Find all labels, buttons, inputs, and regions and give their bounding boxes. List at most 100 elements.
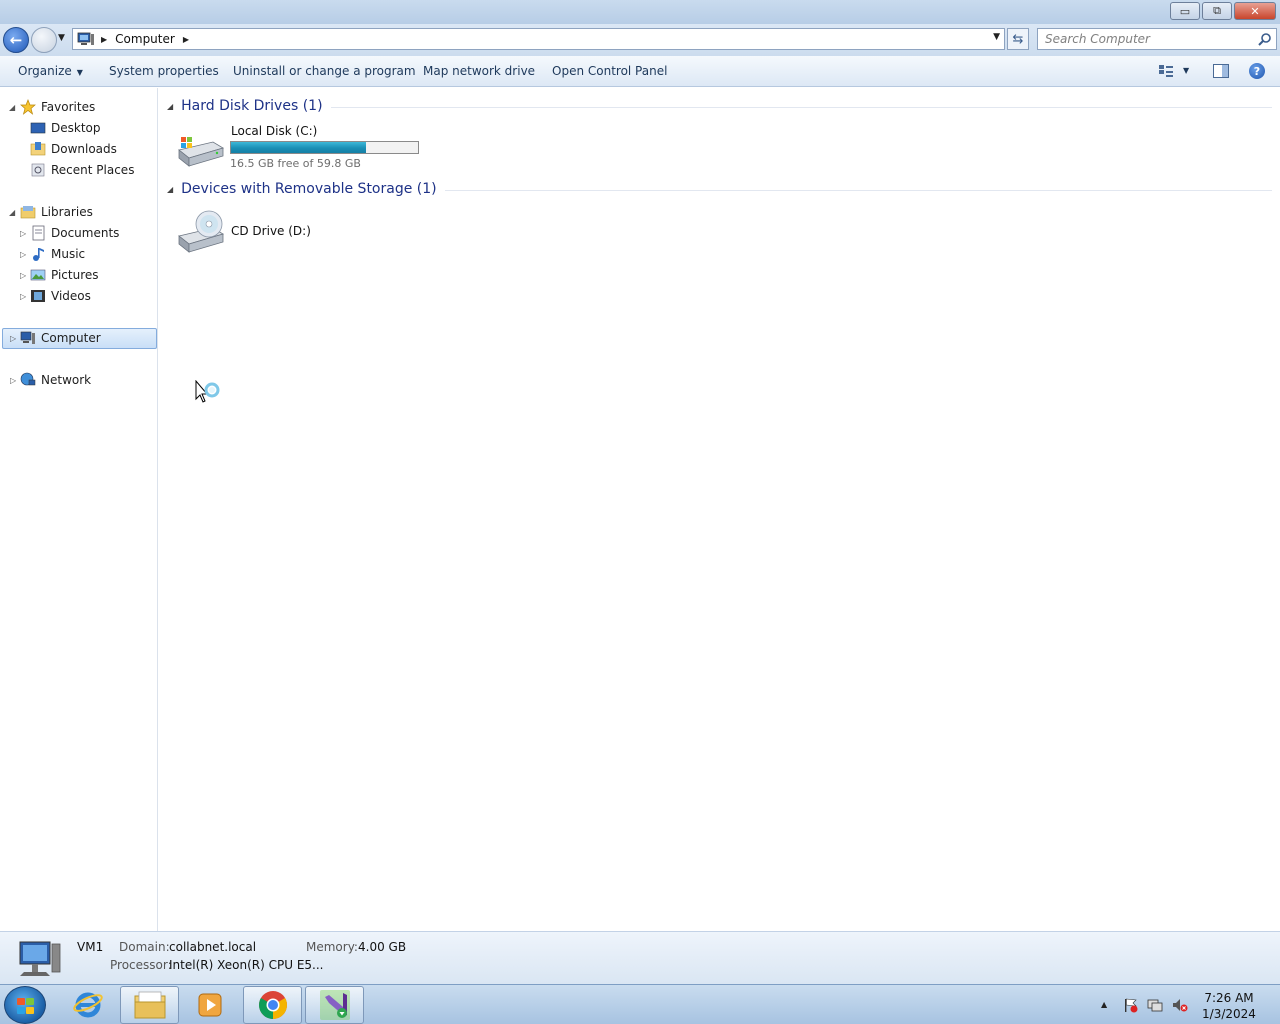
back-button[interactable]: ← bbox=[3, 27, 29, 53]
taskbar-internet-explorer[interactable] bbox=[58, 986, 117, 1024]
title-bar: ▭ ⧉ ✕ bbox=[0, 0, 1280, 24]
nav-label: Documents bbox=[51, 226, 120, 240]
cd-drive-icon bbox=[178, 210, 224, 253]
map-network-drive-button[interactable]: Map network drive bbox=[423, 64, 535, 78]
libraries-icon bbox=[20, 206, 36, 219]
open-control-panel-button[interactable]: Open Control Panel bbox=[552, 64, 667, 78]
details-pane: VM1 Domain: collabnet.local Memory: 4.00… bbox=[0, 931, 1280, 984]
group-title: Devices with Removable Storage (1) bbox=[181, 181, 437, 197]
collapsed-arrow-icon[interactable]: ▷ bbox=[20, 250, 26, 259]
internet-explorer-icon bbox=[72, 992, 103, 1018]
drive-name: CD Drive (D:) bbox=[231, 224, 311, 238]
nav-network[interactable]: ▷ Network bbox=[10, 370, 91, 390]
chevron-down-icon: ▼ bbox=[76, 68, 83, 77]
search-box[interactable] bbox=[1037, 28, 1277, 50]
group-title: Hard Disk Drives (1) bbox=[181, 98, 323, 114]
change-view-icon[interactable] bbox=[1158, 64, 1174, 78]
taskbar-windows-explorer[interactable] bbox=[120, 986, 179, 1024]
window-controls: ▭ ⧉ ✕ bbox=[1170, 2, 1276, 20]
nav-item-documents[interactable]: ▷ Documents bbox=[20, 223, 120, 243]
star-icon bbox=[20, 99, 36, 115]
nav-item-recent-places[interactable]: Recent Places bbox=[30, 160, 134, 180]
computer-icon bbox=[20, 331, 35, 344]
network-status-icon[interactable] bbox=[1147, 997, 1163, 1013]
refresh-button[interactable]: ⇆ bbox=[1007, 28, 1029, 50]
collapsed-arrow-icon[interactable]: ▷ bbox=[10, 376, 16, 385]
taskbar-media-player[interactable] bbox=[180, 986, 239, 1024]
downloads-folder-icon bbox=[30, 142, 46, 156]
nav-favorites[interactable]: ◢ Favorites bbox=[9, 97, 95, 117]
processor-value: Intel(R) Xeon(R) CPU E5... bbox=[169, 958, 324, 972]
navigation-pane: ◢ Favorites Desktop Downloads Recent Pla… bbox=[0, 88, 158, 931]
address-row: ← ▼ ▶ Computer ▶ ▼ ⇆ bbox=[0, 24, 1280, 56]
preview-pane-icon[interactable] bbox=[1213, 64, 1229, 78]
forward-button[interactable] bbox=[31, 27, 57, 53]
nav-item-desktop[interactable]: Desktop bbox=[30, 118, 101, 138]
group-header-removable[interactable]: ◢ Devices with Removable Storage (1) bbox=[167, 181, 1272, 197]
desktop-icon bbox=[30, 122, 46, 134]
drive-cd-d[interactable]: CD Drive (D:) bbox=[175, 206, 375, 256]
nav-label: Recent Places bbox=[51, 163, 135, 177]
pictures-icon bbox=[30, 269, 46, 281]
memory-value: 4.00 GB bbox=[358, 940, 407, 954]
nav-label: Videos bbox=[51, 289, 91, 303]
collapsed-arrow-icon[interactable]: ▷ bbox=[20, 229, 26, 238]
collapse-arrow-icon[interactable]: ◢ bbox=[167, 102, 173, 111]
search-icon[interactable] bbox=[1258, 32, 1272, 46]
action-center-flag-icon[interactable] bbox=[1122, 997, 1138, 1013]
address-bar[interactable]: ▶ Computer ▶ ▼ bbox=[72, 28, 1005, 50]
busy-cursor-icon bbox=[195, 380, 220, 403]
help-icon[interactable]: ? bbox=[1249, 63, 1265, 79]
nav-label: Downloads bbox=[51, 142, 117, 156]
drive-free-space: 16.5 GB free of 59.8 GB bbox=[230, 157, 361, 170]
nav-libraries[interactable]: ◢ Libraries bbox=[9, 202, 93, 222]
taskbar-chrome[interactable] bbox=[243, 986, 302, 1024]
collapsed-arrow-icon[interactable]: ▷ bbox=[10, 334, 16, 343]
show-hidden-icons-icon[interactable]: ▲ bbox=[1101, 1000, 1107, 1009]
collapsed-arrow-icon[interactable]: ▷ bbox=[20, 292, 26, 301]
nav-item-pictures[interactable]: ▷ Pictures bbox=[20, 265, 99, 285]
organize-menu[interactable]: Organize ▼ bbox=[18, 64, 83, 78]
system-clock[interactable]: 7:26 AM 1/3/2024 bbox=[1196, 990, 1262, 1022]
computer-icon bbox=[77, 32, 94, 45]
group-header-hard-disks[interactable]: ◢ Hard Disk Drives (1) bbox=[167, 98, 1272, 114]
nav-label: Computer bbox=[41, 331, 101, 345]
address-dropdown[interactable]: ▼ bbox=[993, 32, 1000, 42]
restore-button[interactable]: ⧉ bbox=[1202, 2, 1232, 20]
drive-name: Local Disk (C:) bbox=[231, 124, 318, 138]
nav-item-videos[interactable]: ▷ Videos bbox=[20, 286, 91, 306]
visual-studio-installer-icon bbox=[319, 990, 350, 1020]
drive-usage-bar bbox=[230, 141, 419, 154]
collapsed-arrow-icon[interactable]: ▷ bbox=[20, 271, 26, 280]
expand-arrow-icon[interactable]: ◢ bbox=[9, 103, 15, 112]
drive-usage-fill bbox=[231, 142, 366, 153]
expand-arrow-icon[interactable]: ◢ bbox=[9, 208, 15, 217]
minimize-button[interactable]: ▭ bbox=[1170, 2, 1200, 20]
view-options-dropdown[interactable]: ▼ bbox=[1183, 66, 1189, 75]
start-button[interactable] bbox=[4, 986, 46, 1024]
clock-time: 7:26 AM bbox=[1204, 991, 1254, 1005]
videos-icon bbox=[31, 290, 45, 302]
drive-local-disk-c[interactable]: Local Disk (C:) 16.5 GB free of 59.8 GB bbox=[175, 122, 425, 172]
nav-label: Libraries bbox=[41, 205, 93, 219]
nav-computer[interactable]: ▷ Computer bbox=[10, 328, 101, 348]
memory-label: Memory: bbox=[306, 940, 358, 954]
content-pane: ◢ Hard Disk Drives (1) Local Disk (C:) 1… bbox=[159, 88, 1280, 931]
search-input[interactable] bbox=[1038, 29, 1243, 49]
taskbar-visual-studio-installer[interactable] bbox=[305, 986, 364, 1024]
nav-item-music[interactable]: ▷ Music bbox=[20, 244, 85, 264]
breadcrumb-computer[interactable]: Computer bbox=[115, 32, 175, 46]
volume-muted-icon[interactable] bbox=[1172, 997, 1188, 1013]
group-divider bbox=[330, 106, 1272, 108]
folder-icon bbox=[134, 991, 165, 1019]
uninstall-program-button[interactable]: Uninstall or change a program bbox=[233, 64, 416, 78]
documents-icon bbox=[32, 225, 45, 241]
breadcrumb-arrow-icon[interactable]: ▶ bbox=[183, 35, 189, 44]
close-button[interactable]: ✕ bbox=[1234, 2, 1276, 20]
recent-pages-dropdown[interactable]: ▼ bbox=[58, 33, 65, 43]
collapse-arrow-icon[interactable]: ◢ bbox=[167, 185, 173, 194]
system-properties-button[interactable]: System properties bbox=[109, 64, 219, 78]
music-icon bbox=[33, 248, 44, 261]
nav-item-downloads[interactable]: Downloads bbox=[30, 139, 117, 159]
breadcrumb-arrow-icon[interactable]: ▶ bbox=[101, 35, 107, 44]
